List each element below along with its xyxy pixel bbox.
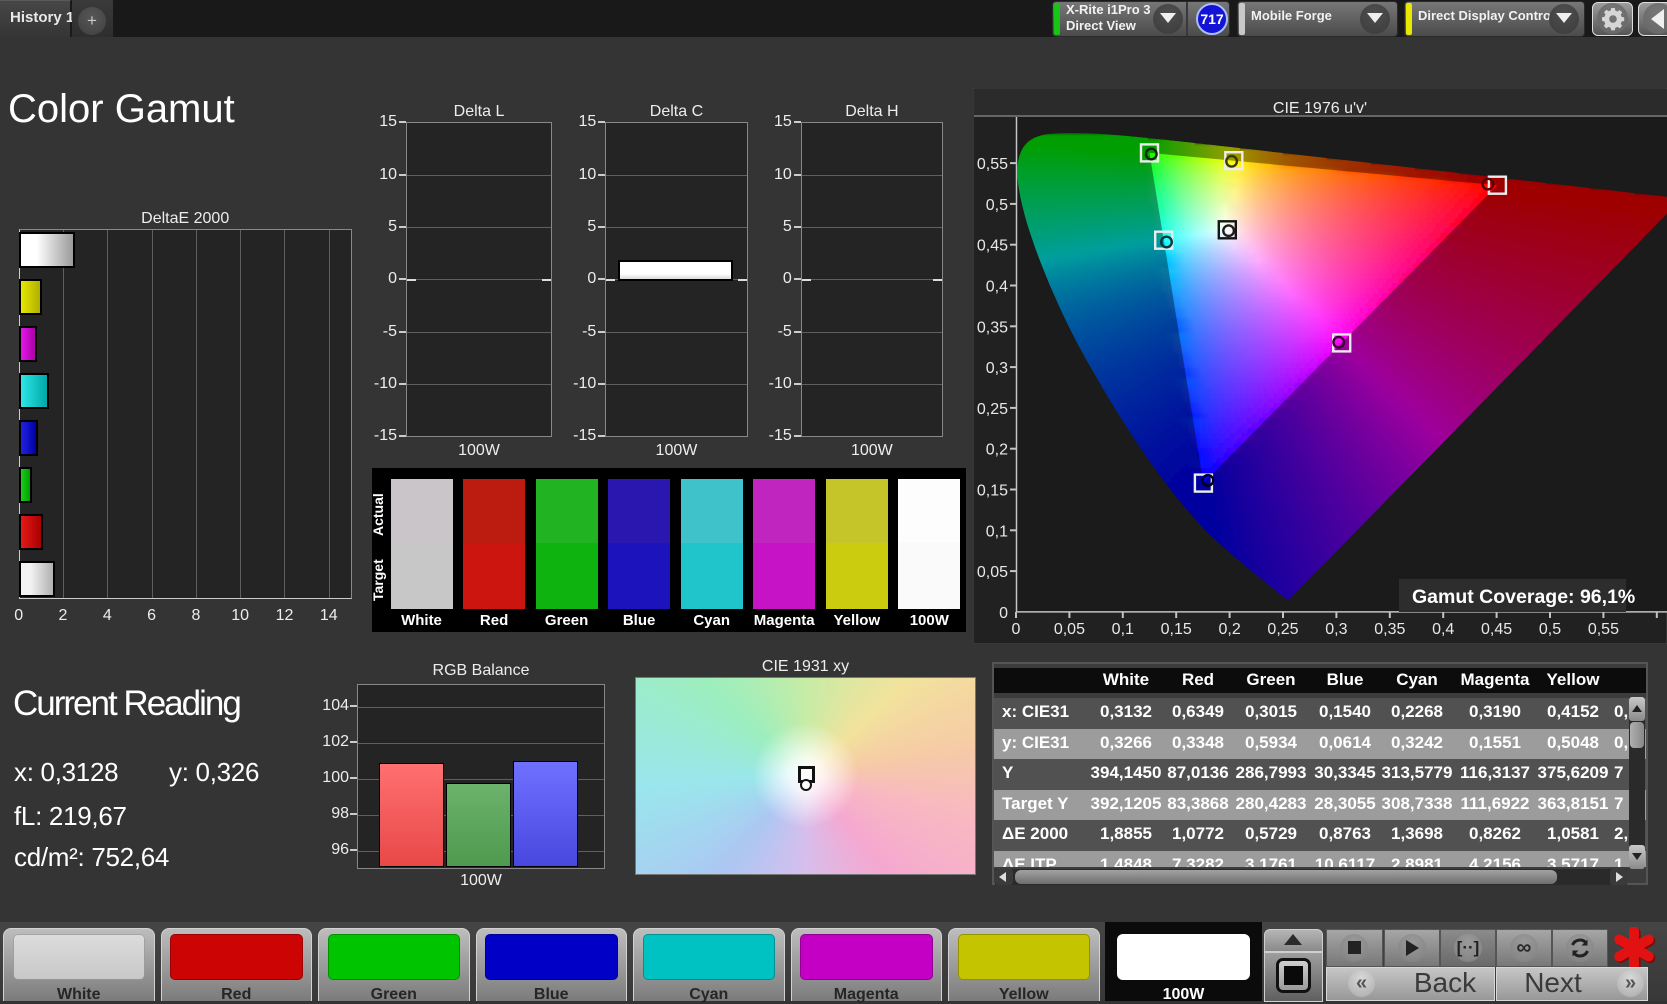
svg-text:0,25: 0,25 — [977, 401, 1008, 418]
svg-text:0,15: 0,15 — [1161, 621, 1192, 638]
svg-text:0,35: 0,35 — [977, 319, 1008, 336]
svg-text:0,1: 0,1 — [1112, 621, 1134, 638]
svg-text:Gamut Coverage: 96,1%: Gamut Coverage: 96,1% — [1412, 586, 1635, 608]
svg-text:0,45: 0,45 — [1481, 621, 1512, 638]
svg-text:0,3: 0,3 — [1325, 621, 1347, 638]
svg-text:0,25: 0,25 — [1267, 621, 1298, 638]
svg-text:0,2: 0,2 — [1218, 621, 1240, 638]
svg-text:0,4: 0,4 — [986, 279, 1008, 296]
svg-text:0: 0 — [999, 605, 1008, 622]
svg-text:0,55: 0,55 — [977, 156, 1008, 173]
svg-text:0,5: 0,5 — [1539, 621, 1561, 638]
svg-text:0,35: 0,35 — [1374, 621, 1405, 638]
svg-text:0: 0 — [1012, 621, 1021, 638]
svg-text:0,4: 0,4 — [1432, 621, 1454, 638]
svg-text:0,55: 0,55 — [1588, 621, 1619, 638]
svg-text:0,15: 0,15 — [977, 483, 1008, 500]
svg-text:0,05: 0,05 — [1054, 621, 1085, 638]
svg-text:0,3: 0,3 — [986, 360, 1008, 377]
svg-text:CIE 1976 u'v': CIE 1976 u'v' — [1273, 100, 1367, 117]
svg-text:0,45: 0,45 — [977, 238, 1008, 255]
svg-text:0,5: 0,5 — [986, 197, 1008, 214]
svg-text:0,1: 0,1 — [986, 523, 1008, 540]
svg-text:0,2: 0,2 — [986, 442, 1008, 459]
svg-text:0,05: 0,05 — [977, 564, 1008, 581]
